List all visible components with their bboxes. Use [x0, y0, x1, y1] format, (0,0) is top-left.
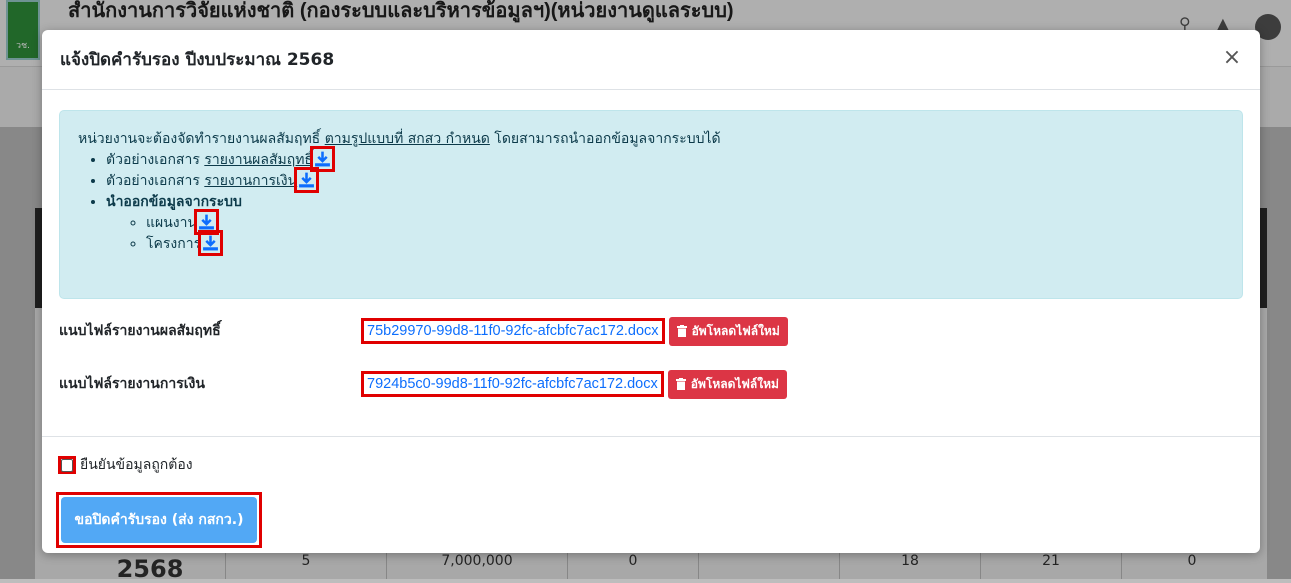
uploaded-file-link[interactable]: 75b29970-99d8-11f0-92fc-afcbfc7ac172.doc…	[361, 318, 665, 344]
close-icon[interactable]: ×	[1220, 46, 1244, 70]
list-item: แผนงาน	[146, 209, 1224, 235]
list-item: ตัวอย่างเอกสาร รายงานผลสัมฤทธิ์	[106, 146, 1224, 172]
trash-icon	[676, 325, 687, 337]
info-list: ตัวอย่างเอกสาร รายงานผลสัมฤทธิ์ ตัวอย่าง…	[78, 146, 1224, 256]
upload-new-file-button[interactable]: อัพโหลดไฟล์ใหม่	[668, 316, 788, 346]
confirm-row: ยืนยันข้อมูลถูกต้อง	[58, 454, 193, 476]
upload-new-file-button[interactable]: อัพโหลดไฟล์ใหม่	[667, 369, 787, 399]
achievement-file-row: แนบไฟล์รายงานผลสัมฤทธิ์ 75b29970-99d8-11…	[59, 316, 788, 346]
list-item: โครงการ	[146, 230, 1224, 256]
file-label: แนบไฟล์รายงานผลสัมฤทธิ์	[59, 323, 221, 339]
footer-divider	[42, 436, 1260, 437]
financial-file-row: แนบไฟล์รายงานการเงิน 7924b5c0-99d8-11f0-…	[59, 369, 787, 399]
sample-achievement-report-link[interactable]: รายงานผลสัมฤทธิ์	[204, 152, 313, 168]
close-certification-modal: แจ้งปิดคำรับรอง ปีงบประมาณ 2568 × หน่วยง…	[42, 30, 1260, 553]
export-list: แผนงาน โครงการ	[106, 209, 1224, 256]
sample-financial-report-link[interactable]: รายงานการเงิน	[204, 173, 297, 189]
request-close-certification-button[interactable]: ขอปิดคำรับรอง (ส่ง กสกว.)	[61, 497, 257, 543]
download-icon[interactable]	[309, 146, 335, 172]
modal-header: แจ้งปิดคำรับรอง ปีงบประมาณ 2568 ×	[42, 30, 1260, 90]
trash-icon	[675, 378, 686, 390]
info-intro: หน่วยงานจะต้องจัดทำรายงานผลสัมฤทธิ์ ตามร…	[78, 131, 721, 147]
export-heading: นำออกข้อมูลจากระบบ	[106, 194, 242, 210]
file-label: แนบไฟล์รายงานการเงิน	[59, 376, 205, 392]
download-icon[interactable]	[194, 209, 220, 235]
list-item: นำออกข้อมูลจากระบบ แผนงาน โครงการ	[106, 192, 1224, 256]
confirm-checkbox[interactable]	[58, 456, 76, 474]
info-alert: หน่วยงานจะต้องจัดทำรายงานผลสัมฤทธิ์ ตามร…	[59, 110, 1243, 299]
modal-title: แจ้งปิดคำรับรอง ปีงบประมาณ 2568	[60, 50, 335, 70]
submit-highlight: ขอปิดคำรับรอง (ส่ง กสกว.)	[56, 492, 262, 548]
download-icon[interactable]	[294, 167, 320, 193]
list-item: ตัวอย่างเอกสาร รายงานการเงิน	[106, 167, 1224, 193]
download-icon[interactable]	[198, 230, 224, 256]
template-format-link[interactable]: ตามรูปแบบที่ สกสว กำหนด	[325, 131, 490, 147]
confirm-label[interactable]: ยืนยันข้อมูลถูกต้อง	[80, 454, 193, 476]
uploaded-file-link[interactable]: 7924b5c0-99d8-11f0-92fc-afcbfc7ac172.doc…	[361, 371, 664, 397]
